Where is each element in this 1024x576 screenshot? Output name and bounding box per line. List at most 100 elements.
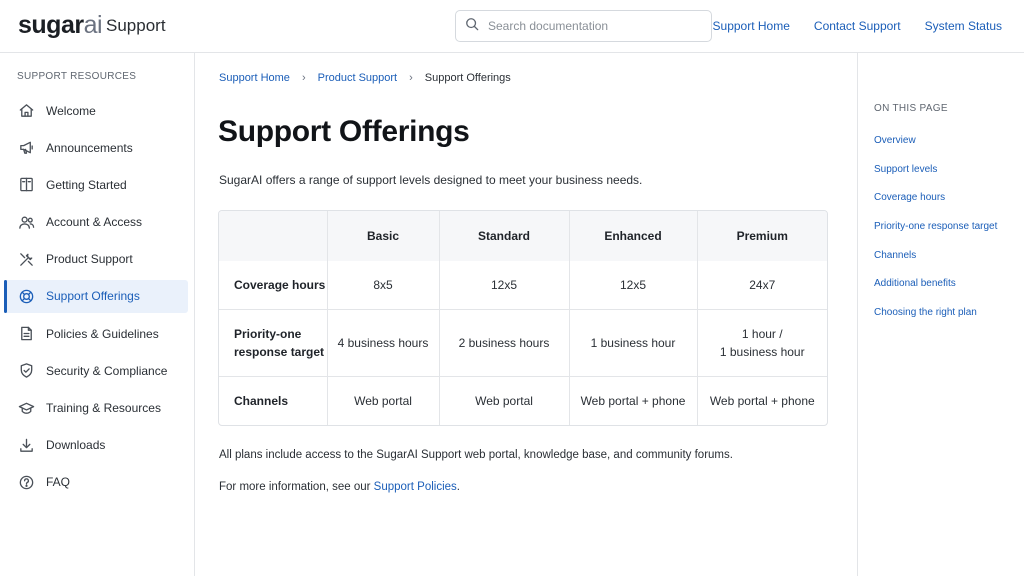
search-box[interactable] xyxy=(455,10,712,42)
table-cell: 24x7 xyxy=(697,261,827,310)
logo-ai: ai xyxy=(83,11,103,39)
sidebar-item-label: Security & Compliance xyxy=(46,363,168,378)
table-cell: Web portal xyxy=(327,376,440,425)
megaphone-icon xyxy=(17,139,35,157)
sidebar-item-security-compliance[interactable]: Security & Compliance xyxy=(4,354,188,387)
breadcrumb-support-home[interactable]: Support Home xyxy=(219,72,290,84)
table-corner xyxy=(219,211,328,261)
sidebar-item-downloads[interactable]: Downloads xyxy=(4,429,188,462)
toc-title: ON THIS PAGE xyxy=(874,103,948,114)
plans-note: All plans include access to the SugarAI … xyxy=(219,449,733,461)
system-status-link[interactable]: System Status xyxy=(925,18,1002,34)
table-cell: 1 hour / 1 business hour xyxy=(697,309,827,377)
table-cell: 2 business hours xyxy=(439,309,570,377)
sidebar-item-product-support[interactable]: Product Support xyxy=(4,243,188,276)
users-icon xyxy=(17,213,35,231)
sidebar-item-label: Getting Started xyxy=(46,177,127,192)
lifebuoy-icon xyxy=(17,287,35,305)
more-info-suffix: . xyxy=(456,481,460,493)
column-header-basic: Basic xyxy=(327,211,440,261)
toc-link-overview[interactable]: Overview xyxy=(874,135,997,164)
contact-support-link[interactable]: Contact Support xyxy=(814,18,901,34)
toc-link-priority-one[interactable]: Priority-one response target xyxy=(874,221,997,250)
table-cell: Web portal xyxy=(439,376,570,425)
breadcrumb: Support Home › Product Support › Support… xyxy=(219,72,511,84)
support-home-link[interactable]: Support Home xyxy=(713,18,790,34)
table-cell: 8x5 xyxy=(327,261,440,310)
book-icon xyxy=(17,176,35,194)
intro-text: SugarAI offers a range of support levels… xyxy=(219,173,643,187)
on-this-page: ON THIS PAGE Overview Support levels Cov… xyxy=(857,53,1024,576)
sidebar-item-welcome[interactable]: Welcome xyxy=(4,94,188,127)
main-content: Support Home › Product Support › Support… xyxy=(195,53,857,576)
sidebar-nav: Welcome Announcements Getting Started Ac… xyxy=(4,94,188,503)
sidebar-item-label: Support Offerings xyxy=(46,289,140,304)
column-header-premium: Premium xyxy=(697,211,827,261)
logo-wordmark: sugar xyxy=(18,11,84,39)
sidebar-item-label: Announcements xyxy=(46,140,133,155)
row-header-priority-one: Priority-one response target xyxy=(219,309,328,377)
sidebar-item-label: Downloads xyxy=(46,438,106,453)
sidebar-item-label: FAQ xyxy=(46,475,71,490)
tools-icon xyxy=(17,250,35,268)
table-cell: Web portal + phone xyxy=(569,376,698,425)
row-header-line: response target xyxy=(234,344,325,359)
sidebar-title: SUPPORT RESOURCES xyxy=(17,71,137,82)
toc-link-channels[interactable]: Channels xyxy=(874,250,997,279)
table-row: Channels Web portal Web portal Web porta… xyxy=(219,376,827,425)
sidebar-item-faq[interactable]: FAQ xyxy=(4,466,188,499)
graduation-cap-icon xyxy=(17,399,35,417)
table-row: Priority-one response target 4 business … xyxy=(219,309,827,377)
chevron-right-icon: › xyxy=(409,72,413,84)
toc-link-support-levels[interactable]: Support levels xyxy=(874,164,997,193)
sidebar-item-label: Welcome xyxy=(46,103,96,118)
row-header-channels: Channels xyxy=(219,376,328,425)
sidebar-item-announcements[interactable]: Announcements xyxy=(4,131,188,164)
column-header-standard: Standard xyxy=(439,211,570,261)
home-icon xyxy=(17,102,35,120)
sidebar-item-label: Account & Access xyxy=(46,215,143,230)
toc-link-choosing-plan[interactable]: Choosing the right plan xyxy=(874,307,997,336)
row-header-coverage-hours: Coverage hours xyxy=(219,261,328,310)
cell-line: 1 business hour xyxy=(719,344,805,359)
sidebar-item-support-offerings[interactable]: Support Offerings xyxy=(4,279,188,313)
chevron-right-icon: › xyxy=(301,72,306,84)
sidebar-item-policies-guidelines[interactable]: Policies & Guidelines xyxy=(4,317,188,350)
more-info-note: For more information, see our Support Po… xyxy=(219,481,460,493)
more-info-prefix: For more information, see our xyxy=(219,481,374,493)
toc-link-additional-benefits[interactable]: Additional benefits xyxy=(874,278,997,307)
sidebar-item-getting-started[interactable]: Getting Started xyxy=(4,168,188,201)
sidebar-item-label: Training & Resources xyxy=(46,401,161,415)
sidebar-item-training-resources[interactable]: Training & Resources xyxy=(4,392,188,425)
table-row: Coverage hours 8x5 12x5 12x5 24x7 xyxy=(219,261,827,310)
sidebar-item-account-access[interactable]: Account & Access xyxy=(4,206,188,239)
toc-list: Overview Support levels Coverage hours P… xyxy=(874,135,997,336)
sidebar: SUPPORT RESOURCES Welcome Announcements … xyxy=(0,53,195,576)
search-icon xyxy=(465,17,479,36)
table-cell: 4 business hours xyxy=(327,309,440,377)
breadcrumb-current: Support Offerings xyxy=(424,72,511,84)
top-nav: Support Home Contact Support System Stat… xyxy=(713,18,1002,34)
row-header-line: Priority-one xyxy=(234,326,302,341)
table-header-row: Basic Standard Enhanced Premium xyxy=(219,211,827,261)
search-input[interactable] xyxy=(488,19,703,33)
support-policies-link[interactable]: Support Policies xyxy=(374,481,457,493)
logo-subtitle: Support xyxy=(106,16,166,35)
help-circle-icon xyxy=(17,473,35,491)
top-header: sugarai Support Support Home Contact Sup… xyxy=(0,0,1024,53)
cell-line: 1 hour / xyxy=(741,326,783,341)
column-header-enhanced: Enhanced xyxy=(569,211,698,261)
document-icon xyxy=(17,325,35,343)
table-cell: Web portal + phone xyxy=(709,394,815,409)
breadcrumb-product-support[interactable]: Product Support xyxy=(318,72,398,84)
shield-icon xyxy=(17,362,35,380)
sidebar-item-label: Product Support xyxy=(46,252,133,267)
support-levels-table: Basic Standard Enhanced Premium Coverage… xyxy=(218,210,828,426)
sidebar-item-label: Policies & Guidelines xyxy=(46,326,159,341)
table-cell: 1 business hour xyxy=(569,309,698,377)
logo[interactable]: sugarai xyxy=(18,11,103,39)
toc-link-coverage-hours[interactable]: Coverage hours xyxy=(874,192,997,221)
download-icon xyxy=(17,436,35,454)
table-cell: 12x5 xyxy=(569,261,698,310)
table-cell: 12x5 xyxy=(439,261,570,310)
